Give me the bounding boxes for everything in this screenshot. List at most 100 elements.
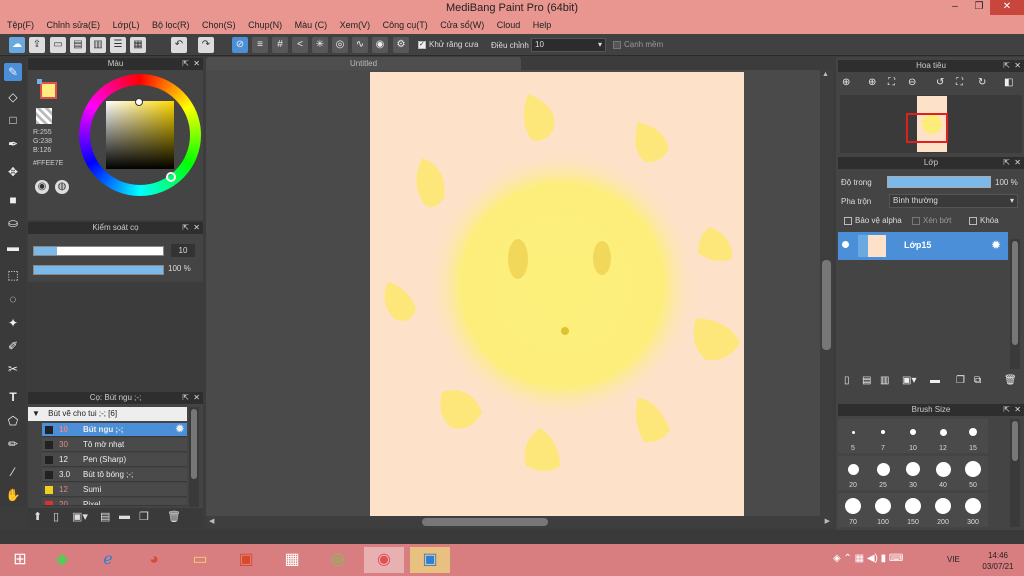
brush-size-cell[interactable]: 25 xyxy=(868,456,898,490)
menu-cloud[interactable]: Cloud xyxy=(497,17,521,34)
scrollbar-thumb[interactable] xyxy=(822,260,831,350)
brush-size-cell[interactable]: 70 xyxy=(838,493,868,527)
palette-add-icon[interactable]: ◍ xyxy=(55,180,69,194)
menu-view[interactable]: Xem(V) xyxy=(340,17,371,34)
visibility-eye-icon[interactable] xyxy=(842,241,849,248)
merge-layer-icon[interactable]: ⧉ xyxy=(974,375,981,386)
gear-icon[interactable]: ✹ xyxy=(176,423,184,437)
brush-list-scrollbar[interactable] xyxy=(189,407,199,507)
eyedropper-icon[interactable]: ⁄ xyxy=(4,463,22,481)
scroll-right-icon[interactable]: ▶ xyxy=(825,517,830,525)
layer-row[interactable]: Lớp15 ✹ xyxy=(838,232,1008,260)
brush-size-cell[interactable]: 5 xyxy=(838,419,868,453)
scroll-up-icon[interactable]: ▲ xyxy=(822,71,829,78)
add-layer-dropdown-icon[interactable]: ▣▾ xyxy=(902,375,916,386)
brush-size-cell[interactable]: 12 xyxy=(928,419,958,453)
brush-item[interactable]: 10 Bút ngu ;-; ✹ xyxy=(42,423,187,437)
select-tool-icon[interactable]: ⬚ xyxy=(4,266,22,284)
brush-group-header[interactable]: ▼ Bút vẽ cho tui ;-; [6] xyxy=(28,407,187,421)
close-icon[interactable]: ✕ xyxy=(1014,60,1021,72)
snap-off-icon[interactable]: ⊘ xyxy=(232,37,248,53)
clipping-checkbox[interactable] xyxy=(912,216,920,225)
internet-explorer-icon[interactable]: ℯ xyxy=(88,547,128,573)
scrollbar-thumb[interactable] xyxy=(1012,241,1018,345)
soft-edge-checkbox[interactable] xyxy=(613,40,621,49)
brush-size-cell[interactable]: 10 xyxy=(898,419,928,453)
language-indicator[interactable]: VIE xyxy=(947,555,960,564)
brush-item[interactable]: 3.0 Bút tô bóng ;-; xyxy=(42,468,187,482)
text-tool-icon[interactable]: T xyxy=(4,388,22,406)
add-brush-dropdown-icon[interactable]: ▣▾ xyxy=(72,510,88,523)
brush-opacity-value[interactable]: 100 % xyxy=(168,264,191,273)
popout-icon[interactable]: ⇱ xyxy=(1003,157,1010,169)
protect-alpha-option[interactable]: Bảo vệ alpha xyxy=(844,216,902,225)
brush-tool-icon[interactable]: ✎ xyxy=(4,63,22,81)
powerpoint-icon[interactable]: ▣ xyxy=(226,547,266,573)
brush-size-cell[interactable]: 100 xyxy=(868,493,898,527)
blend-mode-select[interactable]: Bình thường ▾ xyxy=(889,194,1018,208)
undo-icon[interactable]: ↶ xyxy=(171,37,187,53)
zoom-in-icon[interactable]: ⊕ xyxy=(868,77,876,88)
hue-cursor[interactable] xyxy=(166,172,176,182)
popout-icon[interactable]: ⇱ xyxy=(182,392,189,404)
main-color-swatch[interactable] xyxy=(40,82,57,99)
trash-icon[interactable]: 🗑 xyxy=(167,510,181,523)
close-icon[interactable]: ✕ xyxy=(193,58,200,70)
operation-tool-icon[interactable]: ⬠ xyxy=(4,412,22,430)
menu-file[interactable]: Tệp(F) xyxy=(7,17,34,34)
brush-item[interactable]: 20 Pixel xyxy=(42,498,187,506)
parallel-snap-icon[interactable]: ≡ xyxy=(252,37,268,53)
antialias-option[interactable]: ✓ Khử răng cưa xyxy=(418,40,478,49)
folder-icon[interactable]: ▬ xyxy=(119,510,130,522)
canvas-tab[interactable]: Untitled xyxy=(206,57,521,70)
pen-tool-icon[interactable]: ✒ xyxy=(4,135,22,153)
cloud-icon[interactable]: ☁ xyxy=(9,37,25,53)
brush-size-cell[interactable]: 15 xyxy=(958,419,988,453)
zoom-out-icon[interactable]: ⊖ xyxy=(908,77,916,88)
popout-icon[interactable]: ⇱ xyxy=(182,58,189,70)
eraser-tool-icon[interactable]: ◇ xyxy=(4,88,22,106)
select-eraser-icon[interactable]: ✂ xyxy=(4,360,22,378)
canvas-horizontal-scrollbar[interactable]: ◀ ▶ xyxy=(206,516,833,528)
active-app-icon[interactable]: ▣ xyxy=(410,547,450,573)
green-app-icon[interactable]: ◎ xyxy=(318,547,358,573)
bucket-tool-icon[interactable]: ⛀ xyxy=(4,214,22,232)
navigator-preview[interactable] xyxy=(840,95,1022,153)
hex-value[interactable]: #FFEE7E xyxy=(33,160,63,167)
menu-tools[interactable]: Công cụ(T) xyxy=(383,17,428,34)
swap-color-icon[interactable] xyxy=(37,79,42,84)
rotate-left-icon[interactable]: ↺ xyxy=(936,77,944,88)
brush-opacity-slider[interactable] xyxy=(33,265,164,275)
lasso-tool-icon[interactable]: ◌ xyxy=(4,290,22,308)
scrollbar-thumb[interactable] xyxy=(1012,421,1018,461)
curve-snap-icon[interactable]: ∿ xyxy=(352,37,368,53)
comment-icon[interactable]: ▭ xyxy=(50,37,66,53)
brush-size-scrollbar[interactable] xyxy=(1010,419,1020,527)
zoom-fit-icon[interactable]: ⊕ xyxy=(842,77,850,88)
chrome-icon[interactable]: ◕ xyxy=(134,547,174,573)
close-button[interactable]: ✕ xyxy=(990,0,1024,15)
scrollbar-thumb[interactable] xyxy=(422,518,548,526)
clock[interactable]: 14:46 03/07/21 xyxy=(978,550,1018,572)
medibang-taskbar-icon[interactable]: ◉ xyxy=(364,547,404,573)
brush-size-value[interactable]: 10 xyxy=(171,244,195,257)
brush-size-cell[interactable]: 150 xyxy=(898,493,928,527)
navigator-viewport[interactable] xyxy=(906,113,948,143)
layer-opacity-slider[interactable] xyxy=(887,176,991,188)
scrollbar-thumb[interactable] xyxy=(191,409,197,479)
close-icon[interactable]: ✕ xyxy=(1014,404,1021,416)
brush-size-cell[interactable]: 20 xyxy=(838,456,868,490)
upload-icon[interactable]: ⬆ xyxy=(33,510,42,523)
brush-size-slider[interactable] xyxy=(33,246,164,256)
close-icon[interactable]: ✕ xyxy=(1014,157,1021,169)
palette-icon[interactable]: ◉ xyxy=(35,180,49,194)
bluestacks-icon[interactable]: ◆ xyxy=(42,547,82,573)
actual-size-icon[interactable]: ⛶ xyxy=(956,77,963,88)
restore-button[interactable]: ❐ xyxy=(966,0,992,15)
menu-edit[interactable]: Chỉnh sửa(E) xyxy=(47,17,101,34)
flip-icon[interactable]: ◧ xyxy=(1004,77,1013,88)
close-icon[interactable]: ✕ xyxy=(193,392,200,404)
file-explorer-icon[interactable]: ▭ xyxy=(180,547,220,573)
app-store-icon[interactable]: ▦ xyxy=(272,547,312,573)
menu-layer[interactable]: Lớp(L) xyxy=(113,17,140,34)
